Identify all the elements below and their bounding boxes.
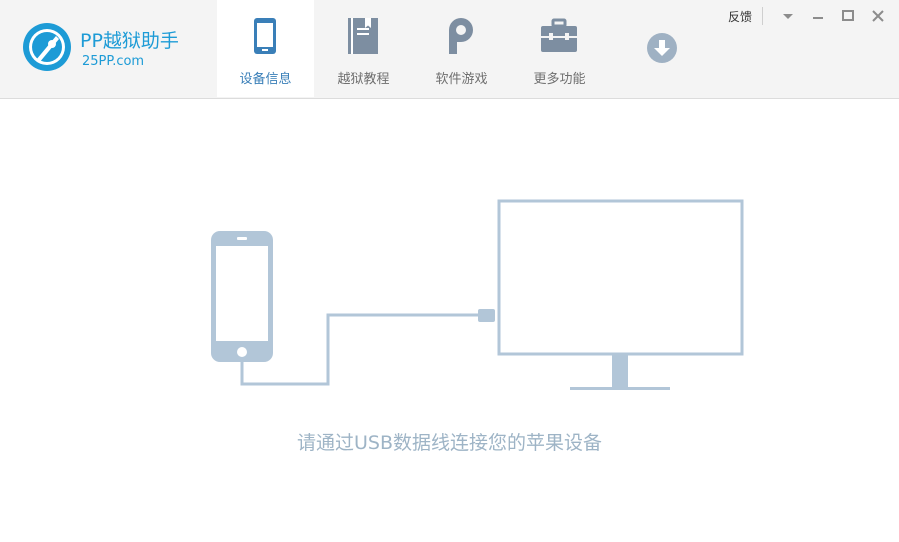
app-logo: PP越狱助手 25PP.com bbox=[22, 22, 202, 74]
tab-more-features[interactable]: 更多功能 bbox=[511, 0, 608, 97]
close-icon[interactable] bbox=[867, 7, 889, 25]
tab-device-info-label: 设备信息 bbox=[239, 72, 292, 87]
tab-jailbreak-tutorial-label: 越狱教程 bbox=[337, 72, 390, 87]
usb-cable bbox=[240, 313, 480, 386]
iphone-icon bbox=[211, 231, 273, 362]
app-name: PP越狱助手 bbox=[80, 30, 179, 52]
phone-icon bbox=[254, 18, 276, 54]
window-controls-divider bbox=[762, 7, 763, 25]
window-controls: 反馈 bbox=[728, 6, 889, 26]
tab-software-games-label: 软件游戏 bbox=[435, 72, 488, 87]
usb-plug bbox=[478, 309, 495, 322]
connect-usb-instruction: 请通过USB数据线连接您的苹果设备 bbox=[296, 432, 602, 454]
app-website: 25PP.com bbox=[82, 54, 145, 69]
top-navigation-bar: PP越狱助手 25PP.com 设备信息 越狱教程 软件游戏 更多功能 反馈 bbox=[0, 0, 899, 99]
tab-software-games[interactable]: 软件游戏 bbox=[413, 0, 510, 97]
toolbox-icon bbox=[541, 18, 577, 52]
tab-device-info[interactable]: 设备信息 bbox=[217, 0, 314, 97]
tab-more-features-label: 更多功能 bbox=[533, 72, 586, 87]
computer-monitor-icon bbox=[497, 199, 744, 390]
book-icon bbox=[348, 18, 378, 54]
maximize-icon[interactable] bbox=[837, 7, 859, 25]
minimize-icon[interactable] bbox=[807, 7, 829, 25]
tab-jailbreak-tutorial[interactable]: 越狱教程 bbox=[315, 0, 412, 97]
feedback-link[interactable]: 反馈 bbox=[728, 8, 752, 25]
download-icon[interactable] bbox=[646, 32, 678, 64]
pp-jailbreak-logo-icon bbox=[23, 23, 71, 71]
menu-dropdown-icon[interactable] bbox=[777, 7, 799, 25]
pp-logo-icon bbox=[449, 18, 473, 54]
